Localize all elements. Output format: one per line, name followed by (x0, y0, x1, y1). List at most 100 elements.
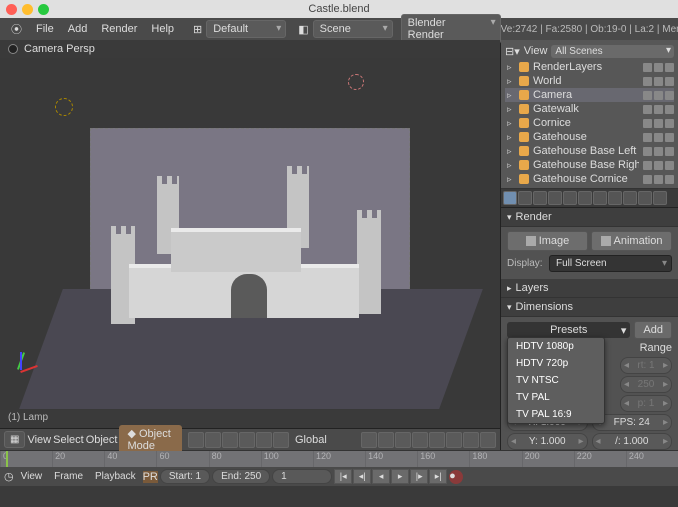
sync-mode-icon[interactable]: PR (143, 471, 158, 483)
tab-physics[interactable] (653, 191, 667, 205)
render-icon[interactable] (665, 105, 674, 114)
disclosure-triangle-icon[interactable]: ▹ (507, 76, 515, 87)
add-preset-button[interactable]: Add (634, 321, 672, 339)
autokey-icon[interactable]: ● (449, 470, 463, 484)
menu-object[interactable]: Object (86, 434, 118, 446)
visibility-icon[interactable] (643, 175, 652, 184)
play-reverse-button[interactable]: ◂ (372, 469, 390, 484)
preset-option[interactable]: HDTV 720p (508, 355, 604, 372)
layer-button[interactable] (429, 432, 445, 448)
tab-render[interactable] (503, 191, 517, 205)
selectable-icon[interactable] (654, 119, 663, 128)
current-frame-indicator[interactable] (6, 451, 8, 467)
outliner-item[interactable]: ▹RenderLayers (505, 60, 674, 74)
selectable-icon[interactable] (654, 161, 663, 170)
tab-constraints[interactable] (563, 191, 577, 205)
selectable-icon[interactable] (654, 147, 663, 156)
render-image-button[interactable]: Image (507, 231, 588, 251)
visibility-icon[interactable] (643, 119, 652, 128)
selectable-icon[interactable] (654, 175, 663, 184)
selectable-icon[interactable] (654, 105, 663, 114)
outliner-item[interactable]: ▹Gatehouse Base Right (505, 158, 674, 172)
render-icon[interactable] (665, 119, 674, 128)
scene-icon[interactable]: ◧ (294, 23, 312, 36)
layer-button[interactable] (395, 432, 411, 448)
tab-scene[interactable] (518, 191, 532, 205)
selectable-icon[interactable] (654, 77, 663, 86)
manipulator-icon[interactable] (222, 432, 238, 448)
editor-type-icon[interactable]: ▦ (4, 431, 25, 448)
outliner-item[interactable]: ▹Gatewalk (505, 102, 674, 116)
preset-option[interactable]: TV NTSC (508, 372, 604, 389)
render-icon[interactable] (665, 175, 674, 184)
outliner-display-mode[interactable]: All Scenes (551, 45, 674, 58)
menu-playback[interactable]: Playback (90, 470, 141, 483)
frame-end-field[interactable]: 250 (620, 376, 672, 393)
outliner-view-menu[interactable]: View (524, 45, 548, 57)
render-icon[interactable] (665, 133, 674, 142)
render-presets-menu[interactable]: Presets (507, 322, 630, 338)
aspect-y-field[interactable]: Y: 1.000 (507, 433, 588, 450)
selectable-icon[interactable] (654, 63, 663, 72)
menu-view[interactable]: View (16, 470, 48, 483)
scene-select[interactable]: Scene (313, 20, 393, 38)
render-animation-button[interactable]: Animation (591, 231, 672, 251)
outliner[interactable]: ⊟▾ View All Scenes ▹RenderLayers▹World▹C… (501, 40, 678, 189)
visibility-icon[interactable] (643, 77, 652, 86)
menu-add[interactable]: Add (61, 20, 95, 38)
render-icon[interactable] (665, 77, 674, 86)
render-icon[interactable] (665, 91, 674, 100)
menu-help[interactable]: Help (144, 20, 181, 38)
blender-icon[interactable]: ⦿ (4, 18, 29, 40)
tab-modifiers[interactable] (578, 191, 592, 205)
disclosure-triangle-icon[interactable]: ▹ (507, 160, 515, 171)
fps-base-field[interactable]: /: 1.000 (592, 433, 673, 450)
disclosure-triangle-icon[interactable]: ▹ (507, 90, 515, 101)
frame-step-field[interactable]: p: 1 (620, 395, 672, 412)
layer-button[interactable] (412, 432, 428, 448)
disclosure-triangle-icon[interactable]: ▹ (507, 174, 515, 185)
editor-type-icon[interactable]: ⊟▾ (505, 45, 520, 58)
3d-view-region[interactable] (0, 58, 500, 410)
transform-rotate-icon[interactable] (256, 432, 272, 448)
outliner-item[interactable]: ▹Camera (505, 88, 674, 102)
layer-button[interactable] (361, 432, 377, 448)
transform-move-icon[interactable] (239, 432, 255, 448)
frame-start-field[interactable]: rt: 1 (620, 357, 672, 374)
preset-option[interactable]: HDTV 1080p (508, 338, 604, 355)
selectable-icon[interactable] (654, 91, 663, 100)
3d-viewport[interactable]: Camera Persp (1) Lamp (0, 40, 500, 450)
editor-type-icon[interactable]: ◷ (4, 470, 14, 483)
disclosure-triangle-icon[interactable]: ▹ (507, 132, 515, 143)
pivot-icon[interactable] (205, 432, 221, 448)
outliner-item[interactable]: ▹Gatehouse (505, 130, 674, 144)
outliner-item[interactable]: ▹Gatehouse Cornice (505, 172, 674, 186)
display-mode-select[interactable]: Full Screen (549, 255, 672, 272)
layer-button[interactable] (463, 432, 479, 448)
panel-layers-header[interactable]: ▸Layers (501, 279, 678, 298)
close-window-button[interactable] (6, 4, 17, 15)
layer-button[interactable] (378, 432, 394, 448)
layer-button[interactable] (480, 432, 496, 448)
presets-dropdown[interactable]: HDTV 1080pHDTV 720pTV NTSCTV PALTV PAL 1… (507, 337, 605, 424)
minimize-window-button[interactable] (22, 4, 33, 15)
visibility-icon[interactable] (643, 63, 652, 72)
panel-render-header[interactable]: ▾Render (501, 208, 678, 227)
tab-material[interactable] (608, 191, 622, 205)
visibility-icon[interactable] (643, 161, 652, 170)
outliner-item[interactable]: ▹Gatehouse Base Left (505, 144, 674, 158)
preset-option[interactable]: TV PAL 16:9 (508, 406, 604, 423)
render-icon[interactable] (665, 63, 674, 72)
outliner-item[interactable]: ▹World (505, 74, 674, 88)
disclosure-triangle-icon[interactable]: ▹ (507, 118, 515, 129)
menu-file[interactable]: File (29, 20, 61, 38)
visibility-icon[interactable] (643, 105, 652, 114)
render-icon[interactable] (665, 147, 674, 156)
orientation-select[interactable]: Global (295, 434, 355, 446)
tab-data[interactable] (593, 191, 607, 205)
mode-select[interactable]: ◆ Object Mode (119, 425, 182, 454)
outliner-item[interactable]: ▹Cornice (505, 116, 674, 130)
start-frame-field[interactable]: Start: 1 (160, 469, 210, 484)
layout-icon[interactable]: ⊞ (189, 23, 206, 36)
tab-texture[interactable] (623, 191, 637, 205)
